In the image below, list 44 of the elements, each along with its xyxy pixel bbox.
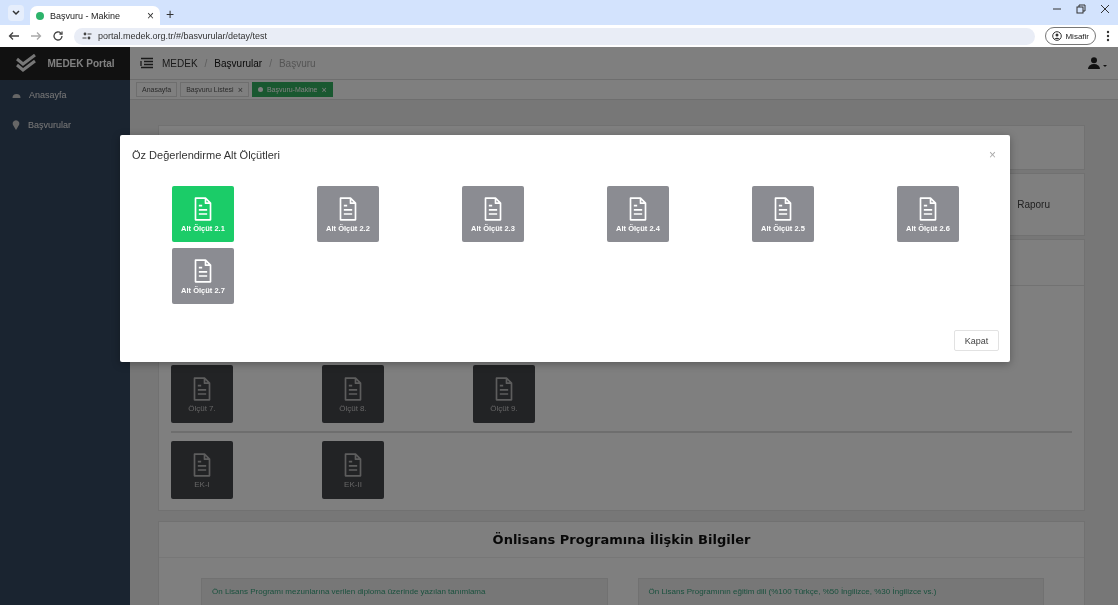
person-icon bbox=[1052, 31, 1063, 41]
breadcrumb-link[interactable]: Başvurular bbox=[214, 57, 263, 69]
document-icon bbox=[918, 195, 938, 222]
site-settings-icon[interactable] bbox=[82, 31, 92, 41]
tab-list-icon[interactable] bbox=[8, 5, 24, 21]
gauge-icon bbox=[12, 91, 21, 99]
close-icon[interactable] bbox=[1100, 4, 1110, 14]
document-icon bbox=[494, 375, 514, 402]
document-icon bbox=[193, 195, 213, 222]
close-button[interactable]: × bbox=[989, 148, 996, 162]
info-field: Ön Lisans Programının eğitim dili (%100 Türkçe, %50 İngilizce, %30 İngilizce vs.) bbox=[637, 578, 1044, 605]
user-menu-icon[interactable] bbox=[1088, 57, 1108, 69]
close-dialog-button[interactable]: Kapat bbox=[954, 330, 999, 351]
breadcrumb-separator: / bbox=[204, 57, 208, 69]
browser-tab[interactable]: Başvuru - Makine × bbox=[30, 6, 160, 25]
new-tab-button[interactable]: + bbox=[166, 6, 175, 22]
document-icon bbox=[343, 451, 363, 478]
reload-icon[interactable] bbox=[52, 30, 64, 42]
sidebar-item[interactable]: Anasayfa bbox=[0, 80, 130, 110]
tab-title: Başvuru - Makine bbox=[50, 10, 122, 21]
breadcrumb-link[interactable]: MEDEK bbox=[162, 57, 198, 69]
document-icon bbox=[773, 195, 793, 222]
document-icon bbox=[483, 195, 503, 222]
pin-icon bbox=[12, 120, 20, 130]
restore-icon[interactable] bbox=[1076, 4, 1086, 14]
breadcrumb-separator: / bbox=[269, 57, 272, 69]
document-icon bbox=[338, 195, 358, 222]
document-icon bbox=[192, 375, 212, 402]
double-check-logo bbox=[15, 53, 38, 74]
back-icon[interactable] bbox=[8, 30, 20, 42]
dialog-title: Öz Değerlendirme Alt Ölçütleri bbox=[132, 149, 281, 161]
favicon-icon bbox=[36, 11, 44, 20]
document-icon bbox=[343, 375, 363, 402]
info-field: Ön Lisans Programı mezunlarına verilen diploma üzerinde yazılan tanımlama bbox=[201, 578, 608, 605]
document-icon bbox=[192, 451, 212, 478]
address-bar[interactable]: portal.medek.org.tr/#/basvurular/detay/test bbox=[74, 27, 1036, 45]
close-tab-button[interactable]: × bbox=[147, 8, 154, 23]
brand-name: MEDEK Portal bbox=[47, 58, 115, 69]
sidebar-item[interactable]: Başvurular bbox=[0, 110, 130, 140]
report-title: Raporu bbox=[1017, 199, 1050, 210]
document-icon bbox=[193, 257, 213, 284]
menu-icon[interactable] bbox=[1106, 30, 1110, 42]
document-icon bbox=[628, 195, 648, 222]
section-title: Önlisans Programına İlişkin Bilgiler bbox=[159, 522, 1084, 558]
